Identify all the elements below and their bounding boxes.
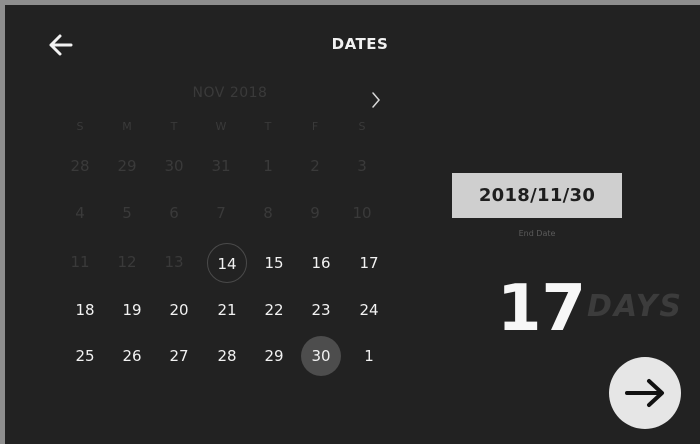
calendar-day[interactable]: 16 xyxy=(301,243,341,283)
back-button[interactable] xyxy=(45,30,79,60)
calendar-day: 7 xyxy=(216,204,226,222)
days-unit-label: DAYS xyxy=(587,289,684,324)
calendar-day[interactable]: 23 xyxy=(301,290,341,330)
calendar-day[interactable]: 26 xyxy=(112,336,152,376)
next-month-button[interactable] xyxy=(365,89,387,111)
weekday-label: T xyxy=(264,120,272,133)
calendar-day: 12 xyxy=(117,253,137,271)
calendar-day: 11 xyxy=(70,253,90,271)
weekday-label: S xyxy=(76,120,84,133)
calendar-day[interactable]: 1 xyxy=(349,336,389,376)
calendar-day: 28 xyxy=(70,157,90,175)
calendar-day[interactable]: 19 xyxy=(112,290,152,330)
chevron-right-icon xyxy=(372,92,380,108)
calendar-day: 31 xyxy=(211,157,231,175)
arrow-right-icon xyxy=(625,379,664,407)
date-picker-screen: DATES NOV 2018 S M T W T F S 28 29 30 31… xyxy=(5,5,700,444)
calendar-day[interactable]: 25 xyxy=(65,336,105,376)
calendar-day[interactable]: 21 xyxy=(207,290,247,330)
calendar-day[interactable]: 15 xyxy=(254,243,294,283)
weekday-label: W xyxy=(215,120,227,133)
calendar-day: 29 xyxy=(117,157,137,175)
calendar-day[interactable]: 22 xyxy=(254,290,294,330)
calendar-day: 9 xyxy=(310,204,320,222)
calendar-day: 4 xyxy=(75,204,85,222)
end-date-value[interactable]: 2018/11/30 xyxy=(452,173,622,218)
days-count: 17 xyxy=(497,272,587,346)
calendar-day-start-selected[interactable]: 14 xyxy=(207,243,247,283)
calendar-day: 30 xyxy=(164,157,184,175)
calendar-day: 10 xyxy=(352,204,372,222)
calendar-day: 2 xyxy=(310,157,320,175)
calendar-day: 5 xyxy=(122,204,132,222)
page-title: DATES xyxy=(331,35,389,53)
calendar-day[interactable]: 27 xyxy=(159,336,199,376)
confirm-next-button[interactable] xyxy=(609,357,681,429)
weekday-label: F xyxy=(311,120,319,133)
calendar-day: 13 xyxy=(164,253,184,271)
calendar-day: 1 xyxy=(263,157,273,175)
calendar-day: 8 xyxy=(263,204,273,222)
calendar-day[interactable]: 17 xyxy=(349,243,389,283)
device-frame: DATES NOV 2018 S M T W T F S 28 29 30 31… xyxy=(0,0,700,444)
calendar-day[interactable]: 18 xyxy=(65,290,105,330)
calendar-day: 6 xyxy=(169,204,179,222)
calendar-day-end-selected[interactable]: 30 xyxy=(301,336,341,376)
calendar-day[interactable]: 20 xyxy=(159,290,199,330)
weekday-label: M xyxy=(122,120,132,133)
end-date-label: End Date xyxy=(518,229,556,238)
calendar-day[interactable]: 29 xyxy=(254,336,294,376)
weekday-label: T xyxy=(170,120,178,133)
weekday-label: S xyxy=(358,120,366,133)
arrow-left-icon xyxy=(49,34,73,56)
calendar-day[interactable]: 28 xyxy=(207,336,247,376)
calendar-day[interactable]: 24 xyxy=(349,290,389,330)
month-label: NOV 2018 xyxy=(192,85,268,101)
calendar-day: 3 xyxy=(357,157,367,175)
